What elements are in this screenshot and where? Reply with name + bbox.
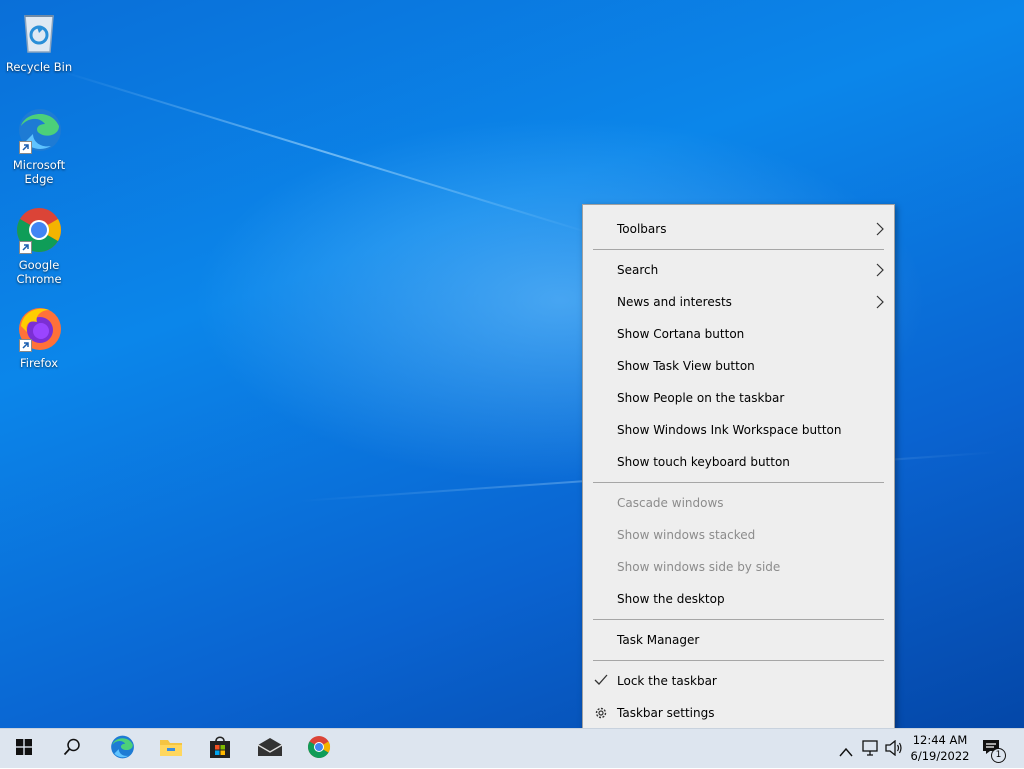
chevron-right-icon [876, 222, 884, 239]
taskbar-file-explorer-button[interactable] [147, 729, 195, 769]
taskbar-clock[interactable]: 12:44 AM 6/19/2022 [905, 732, 975, 764]
start-icon [16, 739, 32, 759]
chevron-right-icon [876, 263, 884, 280]
chrome-icon [15, 206, 63, 254]
taskbar-edge-button[interactable] [98, 729, 146, 769]
chrome-icon [307, 735, 331, 763]
mail-icon [257, 737, 283, 761]
chevron-up-icon[interactable] [839, 742, 853, 761]
edge-desktop-icon[interactable]: Microsoft Edge [4, 106, 74, 186]
menu-item-show-task-view-button[interactable]: Show Task View button [583, 350, 894, 382]
search-icon [63, 738, 81, 760]
menu-separator [593, 619, 884, 620]
menu-item-show-windows-stacked: Show windows stacked [617, 528, 756, 542]
shortcut-arrow-icon [19, 241, 32, 254]
recycle-bin-label: Recycle Bin [5, 60, 73, 74]
menu-item-show-people[interactable]: Show People on the taskbar [583, 382, 894, 414]
menu-item-news-and-interests[interactable]: News and interests [583, 286, 894, 318]
recycle-bin-desktop-icon[interactable]: Recycle Bin [4, 8, 74, 74]
menu-separator [593, 660, 884, 661]
menu-item-lock-the-taskbar[interactable]: Lock the taskbar [583, 665, 894, 697]
menu-item-show-cortana-button[interactable]: Show Cortana button [583, 318, 894, 350]
taskbar-store-button[interactable] [196, 729, 244, 769]
store-icon [208, 735, 232, 763]
chrome-label: Google Chrome [16, 258, 62, 286]
menu-item-search[interactable]: Search [583, 254, 894, 286]
search-button[interactable] [48, 729, 96, 769]
menu-item-toolbars[interactable]: Toolbars [583, 213, 894, 245]
menu-item-show-windows-side-by-side: Show windows side by side [617, 560, 781, 574]
action-center-button[interactable]: 1 [982, 739, 1006, 763]
menu-item-show-windows-ink[interactable]: Show Windows Ink Workspace button [583, 414, 894, 446]
menu-separator [593, 482, 884, 483]
volume-icon[interactable] [885, 739, 903, 760]
edge-label: Microsoft Edge [12, 158, 66, 186]
clock-date: 6/19/2022 [910, 749, 970, 763]
taskbar-chrome-button[interactable] [295, 729, 343, 769]
network-icon[interactable] [862, 740, 880, 760]
menu-item-task-manager[interactable]: Task Manager [583, 624, 894, 656]
edge-icon [15, 106, 63, 154]
menu-item-show-the-desktop[interactable]: Show the desktop [583, 583, 894, 615]
file-explorer-icon [159, 736, 183, 762]
taskbar-context-menu: Toolbars Search News and interests Show … [582, 204, 895, 738]
firefox-label: Firefox [19, 356, 59, 370]
shortcut-arrow-icon [19, 141, 32, 154]
firefox-icon [15, 304, 63, 352]
taskbar[interactable]: 12:44 AM 6/19/2022 1 [0, 728, 1024, 768]
start-button[interactable] [0, 729, 48, 769]
recycle-bin-icon [15, 8, 63, 56]
gear-icon [594, 706, 608, 723]
chrome-desktop-icon[interactable]: Google Chrome [4, 206, 74, 286]
menu-item-show-touch-keyboard[interactable]: Show touch keyboard button [583, 446, 894, 478]
clock-time: 12:44 AM [912, 733, 968, 747]
shortcut-arrow-icon [19, 339, 32, 352]
edge-icon [109, 734, 135, 764]
notification-count-badge: 1 [991, 748, 1006, 763]
menu-item-cascade-windows: Cascade windows [617, 496, 724, 510]
chevron-right-icon [876, 295, 884, 312]
checkmark-icon [594, 674, 608, 689]
taskbar-mail-button[interactable] [246, 729, 294, 769]
menu-separator [593, 249, 884, 250]
firefox-desktop-icon[interactable]: Firefox [4, 304, 74, 370]
menu-item-taskbar-settings[interactable]: Taskbar settings [583, 697, 894, 729]
